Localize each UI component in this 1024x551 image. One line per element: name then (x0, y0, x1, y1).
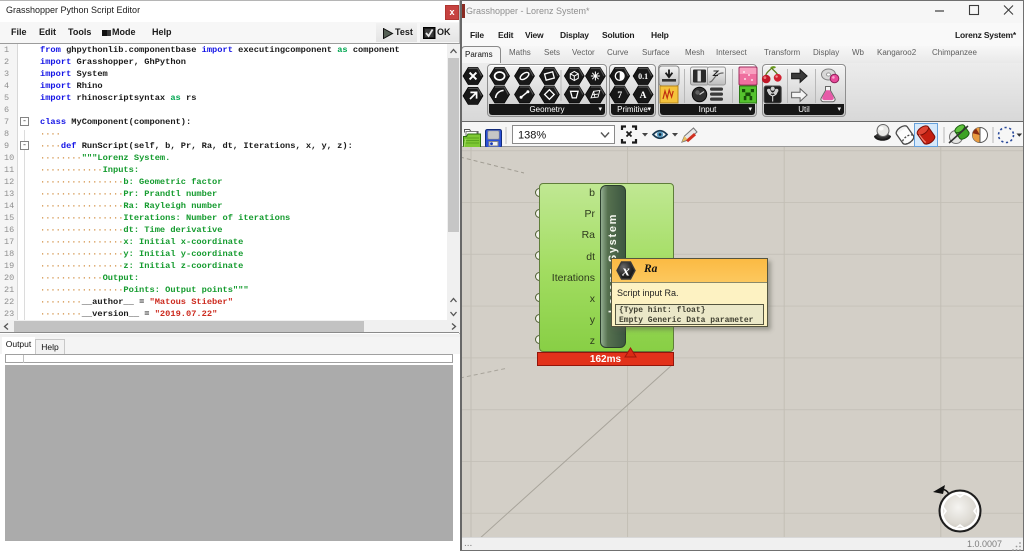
svg-text:x: x (621, 264, 630, 280)
svg-text:7: 7 (617, 91, 622, 101)
svg-text:138%: 138% (518, 130, 546, 142)
svg-text:0.1: 0.1 (638, 72, 648, 81)
svg-text:A: A (640, 91, 647, 101)
